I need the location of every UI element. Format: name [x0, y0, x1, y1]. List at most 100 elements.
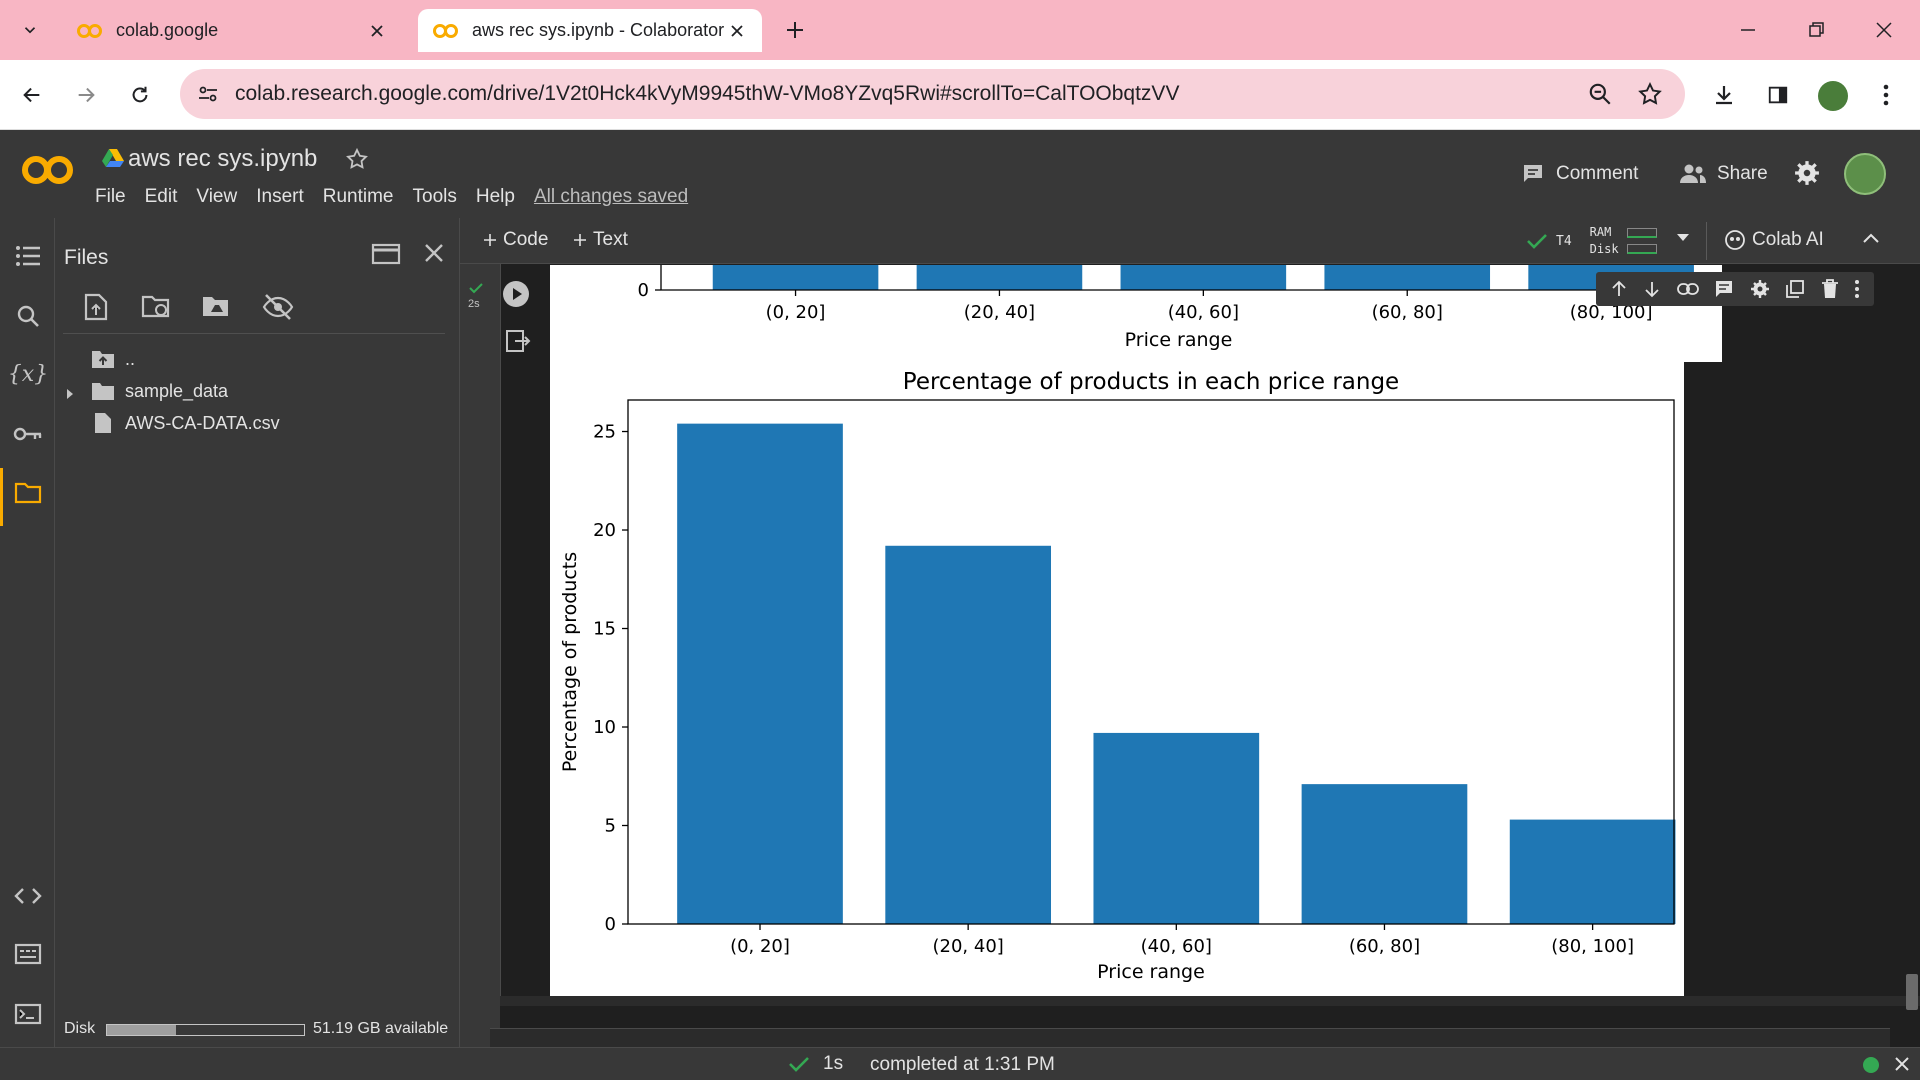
- connection-status-dot: [1863, 1057, 1879, 1073]
- tab-colab-google[interactable]: colab.google: [62, 9, 402, 52]
- add-code-cell-button[interactable]: Code: [483, 229, 548, 251]
- file-name: ..: [125, 348, 136, 369]
- close-status-icon[interactable]: [1894, 1056, 1910, 1072]
- files-folder-icon[interactable]: [10, 475, 46, 511]
- prev-bar-0: [712, 265, 879, 290]
- expand-caret-icon[interactable]: [65, 388, 75, 400]
- collapse-header-icon[interactable]: [1862, 232, 1880, 244]
- command-palette-icon[interactable]: [10, 936, 46, 972]
- comment-button[interactable]: Comment: [1520, 162, 1638, 186]
- tab-close-icon[interactable]: [726, 20, 748, 42]
- ram-label: RAM: [1589, 225, 1612, 239]
- menu-help[interactable]: Help: [476, 186, 515, 208]
- runtime-dropdown-icon[interactable]: [1676, 233, 1690, 243]
- save-status[interactable]: All changes saved: [534, 186, 688, 208]
- download-icon[interactable]: [1706, 77, 1742, 113]
- percentage-bar-chart: Percentage of products in each price ran…: [559, 369, 1676, 983]
- tab-search-chevron-icon[interactable]: [12, 12, 48, 48]
- files-panel: Files .. sample_data AWS-CA-DATA.csv Dis…: [55, 218, 460, 1047]
- refresh-folder-icon[interactable]: [141, 294, 171, 320]
- prev-x-tick-label-1: (20, 40]: [964, 302, 1035, 323]
- menu-view[interactable]: View: [196, 186, 237, 208]
- table-of-contents-icon[interactable]: [10, 238, 46, 274]
- colab-logo[interactable]: [20, 152, 76, 188]
- move-cell-down-icon[interactable]: [1643, 280, 1661, 298]
- more-actions-icon[interactable]: [1854, 279, 1860, 299]
- reload-icon[interactable]: [122, 77, 158, 113]
- browser-menu-icon[interactable]: [1868, 77, 1904, 113]
- forward-arrow-icon[interactable]: [68, 77, 104, 113]
- terminal-icon[interactable]: [10, 996, 46, 1032]
- cell-settings-icon[interactable]: [1750, 279, 1770, 299]
- side-panel-icon[interactable]: [1760, 77, 1796, 113]
- variables-icon[interactable]: {x}: [8, 356, 48, 392]
- browser-tab-strip: colab.google aws rec sys.ipynb - Colabor…: [0, 0, 1920, 60]
- close-window-icon[interactable]: [1866, 12, 1902, 48]
- x-tick-label-2: (40, 60]: [1141, 936, 1212, 957]
- file-row-aws-ca-data[interactable]: AWS-CA-DATA.csv: [91, 408, 280, 438]
- runtime-type: T4: [1556, 233, 1572, 249]
- close-panel-icon[interactable]: [423, 242, 445, 264]
- run-cell-button[interactable]: [502, 280, 530, 308]
- profile-avatar[interactable]: [1818, 81, 1848, 111]
- upload-file-icon[interactable]: [83, 293, 109, 321]
- site-settings-icon[interactable]: [196, 82, 220, 106]
- menu-edit[interactable]: Edit: [145, 186, 178, 208]
- code-snippets-icon[interactable]: [10, 878, 46, 914]
- cell-exec-time: 2s: [468, 298, 480, 310]
- colab-ai-icon: [1725, 230, 1745, 250]
- colab-ai-button[interactable]: Colab AI: [1724, 229, 1824, 251]
- secrets-key-icon[interactable]: [10, 416, 46, 452]
- share-button[interactable]: Share: [1679, 162, 1768, 186]
- add-text-cell-button[interactable]: Text: [573, 229, 628, 251]
- new-tab-plus-icon[interactable]: [777, 12, 813, 48]
- address-bar[interactable]: colab.research.google.com/drive/1V2t0Hck…: [180, 69, 1685, 119]
- chart-title: Percentage of products in each price ran…: [903, 369, 1399, 395]
- user-avatar[interactable]: [1844, 153, 1886, 195]
- move-cell-up-icon[interactable]: [1610, 280, 1628, 298]
- file-row-sample-data[interactable]: sample_data: [91, 376, 228, 406]
- x-tick-label-1: (20, 40]: [933, 936, 1004, 957]
- output-actions-icon[interactable]: [503, 328, 531, 354]
- mirror-cell-icon[interactable]: [1785, 279, 1805, 299]
- menu-runtime[interactable]: Runtime: [323, 186, 394, 208]
- runtime-status[interactable]: T4 RAM Disk: [1526, 223, 1676, 259]
- cell-bottom-bar: [500, 996, 1920, 1006]
- colab-ai-label: Colab AI: [1752, 229, 1824, 250]
- folder-icon: [92, 383, 114, 400]
- menu-insert[interactable]: Insert: [256, 186, 304, 208]
- x-tick-label-4: (80, 100]: [1551, 936, 1634, 957]
- back-arrow-icon[interactable]: [14, 77, 50, 113]
- search-icon[interactable]: [10, 298, 46, 334]
- code-label: Code: [503, 229, 549, 250]
- file-name: AWS-CA-DATA.csv: [125, 412, 280, 433]
- prev-y-tick-label: 0: [638, 280, 649, 301]
- file-name: sample_data: [125, 380, 229, 401]
- bar-4: [1509, 819, 1676, 924]
- menu-tools[interactable]: Tools: [413, 186, 457, 208]
- notebook-title[interactable]: aws rec sys.ipynb: [128, 145, 317, 173]
- link-to-cell-icon[interactable]: [1676, 282, 1699, 296]
- tab-aws-rec-sys[interactable]: aws rec sys.ipynb - Colaborator: [418, 9, 762, 52]
- delete-cell-icon[interactable]: [1821, 279, 1839, 299]
- x-tick-label-3: (60, 80]: [1349, 936, 1420, 957]
- tab-close-icon[interactable]: [366, 20, 388, 42]
- mount-drive-icon[interactable]: [201, 294, 231, 320]
- hide-files-eye-off-icon[interactable]: [262, 293, 294, 321]
- file-row-parent[interactable]: ..: [91, 344, 135, 374]
- star-notebook-icon[interactable]: [345, 147, 369, 171]
- zoom-icon[interactable]: [1587, 81, 1613, 107]
- restore-icon[interactable]: [1798, 12, 1834, 48]
- open-in-tab-icon[interactable]: [371, 242, 401, 266]
- prev-x-tick-label-0: (0, 20]: [766, 302, 826, 323]
- settings-gear-icon[interactable]: [1794, 160, 1820, 186]
- share-people-icon: [1680, 164, 1706, 183]
- menu-file[interactable]: File: [95, 186, 126, 208]
- disk-usage-bar: [106, 1024, 305, 1036]
- chart-output: Percentage of products in each price ran…: [550, 362, 1684, 996]
- add-comment-icon[interactable]: [1714, 279, 1734, 299]
- prev-bar-3: [1324, 265, 1491, 290]
- notebook-scrollbar-thumb[interactable]: [1906, 974, 1918, 1010]
- bookmark-star-icon[interactable]: [1637, 81, 1663, 107]
- minimize-icon[interactable]: [1730, 12, 1766, 48]
